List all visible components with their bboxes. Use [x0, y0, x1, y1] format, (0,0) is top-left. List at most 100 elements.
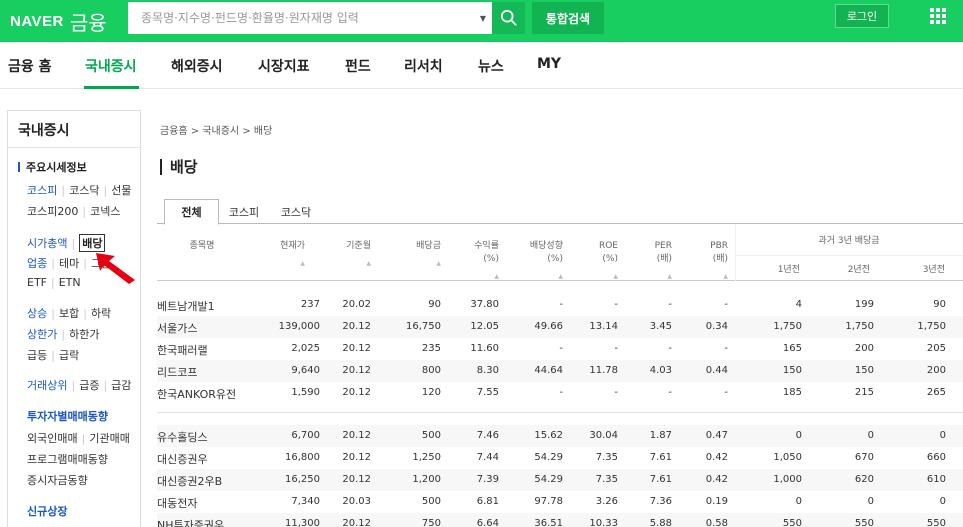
- header-price[interactable]: 현재가 ▲: [265, 240, 305, 270]
- search-input[interactable]: [129, 4, 475, 32]
- header-past-3yr: 과거 3년 배당금: [818, 236, 880, 246]
- sidebar-item-market-funds[interactable]: 증시자금동향: [27, 472, 88, 488]
- integrated-search-button[interactable]: 통합검색: [532, 2, 604, 34]
- nav-overseas-market[interactable]: 해외증시: [171, 56, 223, 76]
- sidebar-section-investor[interactable]: 투자자별매매동향: [27, 408, 108, 424]
- stock-name-link[interactable]: 대신증권우: [157, 451, 208, 467]
- table-cell: 4.03: [649, 365, 672, 376]
- nav-news[interactable]: 뉴스: [478, 56, 504, 76]
- sidebar-item-program-trading[interactable]: 프로그램매매동향: [27, 451, 108, 467]
- nav-active-underline: [84, 86, 139, 89]
- sidebar-section-new-listing[interactable]: 신규상장: [27, 503, 67, 519]
- table-cell: 7.44: [476, 452, 499, 463]
- header-pbr[interactable]: PBR (배) ▲: [693, 240, 728, 283]
- nav-domestic-market[interactable]: 국내증시: [85, 56, 137, 76]
- table-cell: 150: [782, 365, 802, 376]
- sidebar-item-sector[interactable]: 업종: [27, 255, 47, 271]
- table-row: 대동전자 7,340 20.03 500 6.81 97.78 3.26 7.36 0.19 0 0…: [157, 491, 963, 513]
- sidebar-item-kospi200[interactable]: 코스피200: [27, 203, 78, 219]
- header-per[interactable]: PER (배) ▲: [637, 240, 672, 283]
- tab-kospi[interactable]: 코스피: [221, 199, 267, 224]
- sidebar-item-market-cap[interactable]: 시가총액: [27, 235, 67, 251]
- sidebar-item-etf[interactable]: ETF: [27, 276, 47, 289]
- sidebar-item-fall[interactable]: 하락: [91, 305, 111, 321]
- naver-finance-logo[interactable]: NAVER 금융: [10, 7, 107, 35]
- header-roe[interactable]: ROE (%) ▲: [583, 240, 618, 283]
- header-base-month[interactable]: 기준월 ▲: [331, 240, 371, 270]
- sidebar-item-volume-surge[interactable]: 급증: [79, 377, 99, 393]
- table-cell: 6.64: [476, 518, 499, 527]
- sidebar-item-flat[interactable]: 보합: [59, 305, 79, 321]
- sidebar-item-institution[interactable]: 기관매매: [89, 430, 129, 446]
- table-cell: 205: [926, 343, 946, 354]
- stock-name-link[interactable]: 유수홀딩스: [157, 429, 208, 445]
- table-cell: -: [559, 343, 563, 354]
- sidebar-item-upper-limit[interactable]: 상한가: [27, 326, 57, 342]
- sort-icon[interactable]: ▲: [637, 270, 672, 283]
- sidebar-item-etn[interactable]: ETN: [59, 276, 81, 289]
- tab-all[interactable]: 전체: [164, 199, 219, 225]
- nav-my[interactable]: MY: [537, 56, 561, 72]
- stock-name-link[interactable]: 대신증권2우B: [157, 473, 222, 489]
- table-cell: 7.46: [476, 430, 499, 441]
- table-cell: 2,025: [291, 343, 320, 354]
- sort-icon[interactable]: ▲: [265, 257, 305, 270]
- sort-icon[interactable]: ▲: [693, 270, 728, 283]
- sort-icon[interactable]: ▲: [583, 270, 618, 283]
- stock-name-link[interactable]: 서울가스: [157, 320, 197, 336]
- nav-fund[interactable]: 펀드: [345, 56, 371, 76]
- table-cell: 550: [782, 518, 802, 527]
- sidebar-item-konex[interactable]: 코넥스: [90, 203, 120, 219]
- search-dropdown-icon[interactable]: ▼: [475, 14, 491, 23]
- sidebar-row-surge: 급등 | 급락: [27, 347, 80, 363]
- sidebar-item-rise[interactable]: 상승: [27, 305, 47, 321]
- table-cell: 11,300: [285, 518, 320, 527]
- sidebar-row-limit: 상한가 | 하한가: [27, 326, 100, 342]
- sidebar-item-kosdaq[interactable]: 코스닥: [69, 182, 99, 198]
- header-payout[interactable]: 배당성향 (%) ▲: [517, 240, 563, 283]
- nav-market-indicators[interactable]: 시장지표: [258, 56, 310, 76]
- header-dividend[interactable]: 배당금 ▲: [401, 240, 441, 270]
- sort-icon[interactable]: ▲: [401, 257, 441, 270]
- table-cell: 0: [795, 430, 802, 441]
- sidebar-item-foreign[interactable]: 외국인매매: [27, 430, 78, 446]
- stock-name-link[interactable]: 대동전자: [157, 495, 197, 511]
- table-cell: 1,050: [773, 452, 802, 463]
- header-3yr-ago: 3년전: [922, 265, 945, 275]
- table-cell: -: [559, 299, 563, 310]
- table-cell: 0: [939, 430, 946, 441]
- table-cell: 185: [782, 387, 802, 398]
- nav-finance-home[interactable]: 금융 홈: [8, 56, 52, 76]
- table-cell: 7,340: [291, 496, 320, 507]
- table-cell: 550: [926, 518, 946, 527]
- tab-kosdaq[interactable]: 코스닥: [271, 199, 321, 224]
- sidebar-section-main[interactable]: 주요시세정보: [18, 159, 87, 175]
- sidebar-item-kospi[interactable]: 코스피: [27, 182, 57, 198]
- header-name[interactable]: 종목명: [177, 240, 227, 253]
- table-cell: 620: [854, 474, 874, 485]
- stock-name-link[interactable]: 리드코프: [157, 364, 197, 380]
- sort-icon[interactable]: ▲: [459, 270, 499, 283]
- sidebar-item-surge[interactable]: 급등: [27, 347, 47, 363]
- sidebar-item-theme[interactable]: 테마: [59, 255, 79, 271]
- sidebar-item-plunge[interactable]: 급락: [59, 347, 79, 363]
- header-yield[interactable]: 수익률 (%) ▲: [459, 240, 499, 283]
- search-box: ▼: [128, 2, 492, 34]
- search-button[interactable]: [492, 2, 525, 34]
- sidebar-item-futures[interactable]: 선물: [111, 182, 131, 198]
- sort-icon[interactable]: ▲: [331, 257, 371, 270]
- table-cell: 200: [926, 365, 946, 376]
- sort-icon[interactable]: ▲: [517, 270, 563, 283]
- sidebar-item-volume-drop[interactable]: 급감: [111, 377, 131, 393]
- sidebar-item-lower-limit[interactable]: 하한가: [69, 326, 99, 342]
- sidebar-item-top-volume[interactable]: 거래상위: [27, 377, 67, 393]
- stock-name-link[interactable]: 한국패러랠: [157, 342, 208, 358]
- table-cell: 6,700: [291, 430, 320, 441]
- login-button[interactable]: 로그인: [835, 4, 889, 28]
- nav-research[interactable]: 리서치: [404, 56, 443, 76]
- app-menu-icon[interactable]: [930, 8, 946, 24]
- stock-name-link[interactable]: NH투자증권우: [157, 517, 224, 527]
- sidebar-row-funds: 증시자금동향: [27, 472, 88, 488]
- stock-name-link[interactable]: 한국ANKOR유전: [157, 386, 236, 402]
- stock-name-link[interactable]: 베트남개발1: [157, 298, 215, 314]
